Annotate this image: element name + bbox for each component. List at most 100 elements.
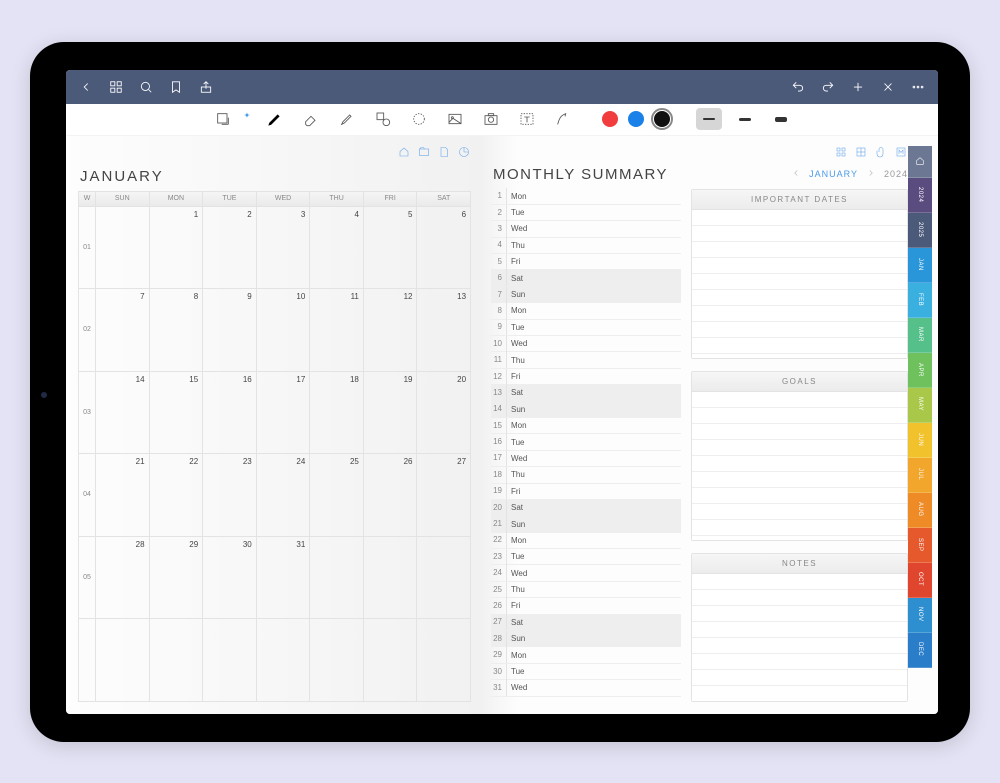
calendar-cell[interactable] (364, 619, 418, 702)
color-blue[interactable] (628, 111, 644, 127)
calendar-cell[interactable]: 30 (203, 537, 257, 620)
day-row[interactable]: 16Tue (491, 434, 681, 450)
prev-month-icon[interactable] (791, 168, 801, 180)
goals-body[interactable] (692, 392, 907, 540)
nav-grid-icon[interactable] (834, 145, 848, 159)
side-tab-aug[interactable]: AUG (908, 493, 932, 528)
stroke-width-thin[interactable] (696, 108, 722, 130)
calendar-cell[interactable]: 14 (96, 372, 150, 455)
calendar-cell[interactable]: 4 (310, 207, 364, 290)
week-number[interactable]: 01 (78, 207, 96, 290)
week-number[interactable]: 02 (78, 289, 96, 372)
day-row[interactable]: 20Sat (491, 500, 681, 516)
side-tab-jun[interactable]: JUN (908, 423, 932, 458)
calendar-cell[interactable]: 27 (417, 454, 471, 537)
day-row[interactable]: 14Sun (491, 402, 681, 418)
month-nav-label[interactable]: JANUARY (809, 169, 858, 179)
day-row[interactable]: 3Wed (491, 221, 681, 237)
stroke-width-thick[interactable] (768, 108, 794, 130)
nav-app-icon[interactable] (854, 145, 868, 159)
calendar-cell[interactable]: 25 (310, 454, 364, 537)
week-number[interactable]: 05 (78, 537, 96, 620)
calendar-cell[interactable]: 17 (257, 372, 311, 455)
nav-home-icon[interactable] (397, 145, 411, 159)
week-number[interactable] (78, 619, 96, 702)
image-tool-icon[interactable] (442, 106, 468, 132)
highlighter-tool-icon[interactable] (334, 106, 360, 132)
day-row[interactable]: 6Sat (491, 270, 681, 286)
day-row[interactable]: 28Sun (491, 631, 681, 647)
day-row[interactable]: 29Mon (491, 647, 681, 663)
side-tab-sep[interactable]: SEP (908, 528, 932, 563)
calendar-cell[interactable]: 24 (257, 454, 311, 537)
pen-tool-icon[interactable] (262, 106, 288, 132)
calendar-cell[interactable]: 15 (150, 372, 204, 455)
calendar-cell[interactable] (203, 619, 257, 702)
week-number[interactable]: 04 (78, 454, 96, 537)
day-row[interactable]: 22Mon (491, 533, 681, 549)
side-tab-jan[interactable]: JAN (908, 248, 932, 283)
calendar-cell[interactable] (150, 619, 204, 702)
day-row[interactable]: 11Thu (491, 352, 681, 368)
calendar-cell[interactable]: 22 (150, 454, 204, 537)
color-black[interactable] (654, 111, 670, 127)
day-row[interactable]: 13Sat (491, 385, 681, 401)
color-red[interactable] (602, 111, 618, 127)
day-row[interactable]: 30Tue (491, 664, 681, 680)
calendar-cell[interactable]: 2 (203, 207, 257, 290)
day-row[interactable]: 12Fri (491, 369, 681, 385)
calendar-cell[interactable]: 21 (96, 454, 150, 537)
side-tab-jul[interactable]: JUL (908, 458, 932, 493)
calendar-cell[interactable]: 1 (150, 207, 204, 290)
calendar-cell[interactable] (417, 619, 471, 702)
undo-icon[interactable] (786, 75, 810, 99)
calendar-cell[interactable]: 31 (257, 537, 311, 620)
calendar-cell[interactable] (310, 537, 364, 620)
side-tab-mar[interactable]: MAR (908, 318, 932, 353)
day-row[interactable]: 10Wed (491, 336, 681, 352)
day-row[interactable]: 31Wed (491, 680, 681, 696)
side-tab-oct[interactable]: OCT (908, 563, 932, 598)
camera-tool-icon[interactable] (478, 106, 504, 132)
calendar-cell[interactable]: 28 (96, 537, 150, 620)
text-tool-icon[interactable] (514, 106, 540, 132)
calendar-cell[interactable]: 7 (96, 289, 150, 372)
pointer-tool-icon[interactable] (550, 106, 576, 132)
nav-chart-icon[interactable] (457, 145, 471, 159)
calendar-cell[interactable]: 5 (364, 207, 418, 290)
calendar-cell[interactable]: 13 (417, 289, 471, 372)
calendar-cell[interactable]: 16 (203, 372, 257, 455)
calendar-cell[interactable]: 9 (203, 289, 257, 372)
add-icon[interactable] (846, 75, 870, 99)
day-row[interactable]: 1Mon (491, 189, 681, 205)
add-page-icon[interactable] (210, 106, 236, 132)
day-row[interactable]: 24Wed (491, 565, 681, 581)
nav-page-icon[interactable] (437, 145, 451, 159)
day-row[interactable]: 7Sun (491, 287, 681, 303)
grid-apps-icon[interactable] (104, 75, 128, 99)
day-row[interactable]: 23Tue (491, 549, 681, 565)
next-month-icon[interactable] (866, 168, 876, 180)
day-row[interactable]: 5Fri (491, 254, 681, 270)
calendar-cell[interactable] (96, 619, 150, 702)
week-number[interactable]: 03 (78, 372, 96, 455)
day-row[interactable]: 9Tue (491, 320, 681, 336)
side-tab-nov[interactable]: NOV (908, 598, 932, 633)
calendar-cell[interactable] (364, 537, 418, 620)
day-row[interactable]: 26Fri (491, 598, 681, 614)
more-icon[interactable] (906, 75, 930, 99)
day-row[interactable]: 21Sun (491, 516, 681, 532)
side-tab-may[interactable]: MAY (908, 388, 932, 423)
back-icon[interactable] (74, 75, 98, 99)
day-row[interactable]: 25Thu (491, 582, 681, 598)
nav-clip-icon[interactable] (874, 145, 888, 159)
calendar-cell[interactable]: 10 (257, 289, 311, 372)
day-row[interactable]: 27Sat (491, 615, 681, 631)
shape-tool-icon[interactable] (370, 106, 396, 132)
day-row[interactable]: 8Mon (491, 303, 681, 319)
day-row[interactable]: 15Mon (491, 418, 681, 434)
day-row[interactable]: 17Wed (491, 451, 681, 467)
redo-icon[interactable] (816, 75, 840, 99)
calendar-cell[interactable]: 23 (203, 454, 257, 537)
side-tab-2025[interactable]: 2025 (908, 213, 932, 248)
